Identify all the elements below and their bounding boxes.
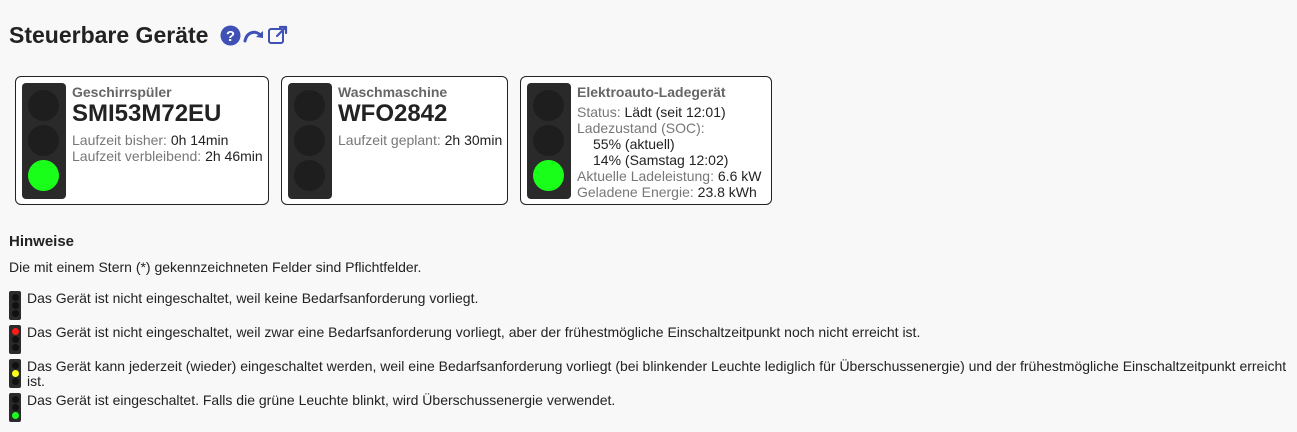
traffic-light-icon	[288, 83, 332, 199]
refresh-icon[interactable]	[243, 25, 265, 46]
lamp-dot-green	[12, 412, 19, 419]
traffic-light-off-icon	[9, 291, 21, 320]
device-type: Waschmaschine	[338, 84, 448, 100]
lamp-dot	[12, 362, 19, 369]
lamp-dot-yellow	[12, 370, 19, 377]
charging-power-value: 6.6 kW	[717, 168, 762, 184]
hint-item-off: Das Gerät ist nicht eingeschaltet, weil …	[9, 291, 1294, 321]
external-link-icon[interactable]	[267, 25, 289, 46]
traffic-light-green-lamp	[28, 160, 59, 191]
lamp-dot	[12, 344, 19, 351]
runtime-planned-label: Laufzeit geplant:	[338, 132, 441, 148]
runtime-remaining-value: 2h 46min	[205, 148, 263, 164]
lamp-dot	[12, 336, 19, 343]
status-value: Lädt (seit 12:01)	[624, 104, 726, 120]
traffic-light-red-lamp	[28, 90, 59, 121]
soc-start-row: 14% (Samstag 12:02)	[577, 152, 767, 168]
hint-text: Das Gerät ist nicht eingeschaltet, weil …	[27, 324, 921, 340]
lamp-dot	[12, 404, 19, 411]
charged-energy-value: 23.8 kWh	[697, 184, 757, 200]
device-card-ev-charger[interactable]: Elektroauto-Ladegerät Status: Lädt (seit…	[520, 76, 772, 205]
hint-text: Das Gerät ist eingeschaltet. Falls die g…	[27, 392, 616, 408]
lamp-dot	[12, 310, 19, 317]
lamp-dot-red	[12, 328, 19, 335]
traffic-light-green-lamp	[533, 160, 564, 191]
status-row: Status: Lädt (seit 12:01)	[577, 104, 767, 120]
traffic-light-icon	[527, 83, 571, 199]
runtime-elapsed-value: 0h 14min	[170, 132, 229, 148]
runtime-remaining-label: Laufzeit verbleibend:	[72, 148, 202, 164]
device-card-dishwasher[interactable]: Geschirrspüler SMI53M72EU Laufzeit bishe…	[15, 76, 269, 205]
hints-title: Hinweise	[9, 233, 75, 250]
hint-item-green: Das Gerät ist eingeschaltet. Falls die g…	[9, 393, 1294, 423]
charging-power-row: Aktuelle Ladeleistung: 6.6 kW	[577, 168, 767, 184]
traffic-light-yellow-icon	[9, 359, 21, 388]
runtime-remaining-row: Laufzeit verbleibend: 2h 46min	[72, 148, 264, 164]
soc-current-value: 55% (aktuell)	[593, 136, 675, 152]
charged-energy-row: Geladene Energie: 23.8 kWh	[577, 184, 767, 200]
runtime-planned-value: 2h 30min	[444, 132, 503, 148]
hint-item-red: Das Gerät ist nicht eingeschaltet, weil …	[9, 325, 1294, 355]
runtime-planned-row: Laufzeit geplant: 2h 30min	[338, 132, 503, 148]
hint-text: Das Gerät ist nicht eingeschaltet, weil …	[27, 290, 479, 306]
page-title: Steuerbare Geräte	[9, 22, 209, 48]
device-info: Waschmaschine WFO2842 Laufzeit geplant: …	[338, 84, 503, 148]
traffic-light-red-lamp	[533, 90, 564, 121]
runtime-elapsed-row: Laufzeit bisher: 0h 14min	[72, 132, 264, 148]
traffic-light-green-icon	[9, 393, 21, 422]
traffic-light-yellow-lamp	[533, 125, 564, 156]
status-label: Status:	[577, 104, 621, 120]
soc-current-row: 55% (aktuell)	[577, 136, 767, 152]
soc-start-value: 14% (Samstag 12:02)	[593, 152, 729, 168]
soc-row: Ladezustand (SOC):	[577, 120, 767, 136]
hint-text: Das Gerät kann jederzeit (wieder) einges…	[27, 358, 1287, 389]
device-name: SMI53M72EU	[72, 100, 222, 127]
charging-power-label: Aktuelle Ladeleistung:	[577, 168, 714, 184]
help-icon[interactable]: ?	[220, 25, 241, 46]
device-info: Geschirrspüler SMI53M72EU Laufzeit bishe…	[72, 84, 264, 164]
lamp-dot	[12, 396, 19, 403]
title-icons: ?	[220, 25, 289, 46]
device-card-washing-machine[interactable]: Waschmaschine WFO2842 Laufzeit geplant: …	[281, 76, 508, 205]
runtime-elapsed-label: Laufzeit bisher:	[72, 132, 167, 148]
device-name: WFO2842	[338, 100, 448, 127]
lamp-dot	[12, 302, 19, 309]
required-fields-note: Die mit einem Stern (*) gekennzeichneten…	[9, 259, 422, 275]
lamp-dot	[12, 378, 19, 385]
traffic-light-red-lamp	[294, 90, 325, 121]
svg-text:?: ?	[226, 28, 235, 45]
traffic-light-yellow-lamp	[294, 125, 325, 156]
soc-label: Ladezustand (SOC):	[577, 120, 705, 136]
traffic-light-green-lamp	[294, 160, 325, 191]
device-info: Elektroauto-Ladegerät Status: Lädt (seit…	[577, 84, 767, 200]
hints-section: Hinweise Die mit einem Stern (*) gekennz…	[9, 233, 1294, 423]
lamp-dot	[12, 294, 19, 301]
traffic-light-red-icon	[9, 325, 21, 354]
charged-energy-label: Geladene Energie:	[577, 184, 694, 200]
header: Steuerbare Geräte ?	[9, 22, 289, 49]
traffic-light-icon	[22, 83, 66, 199]
hint-item-yellow: Das Gerät kann jederzeit (wieder) einges…	[9, 359, 1294, 391]
device-type: Elektroauto-Ladegerät	[577, 84, 726, 100]
device-type: Geschirrspüler	[72, 84, 172, 100]
traffic-light-yellow-lamp	[28, 125, 59, 156]
